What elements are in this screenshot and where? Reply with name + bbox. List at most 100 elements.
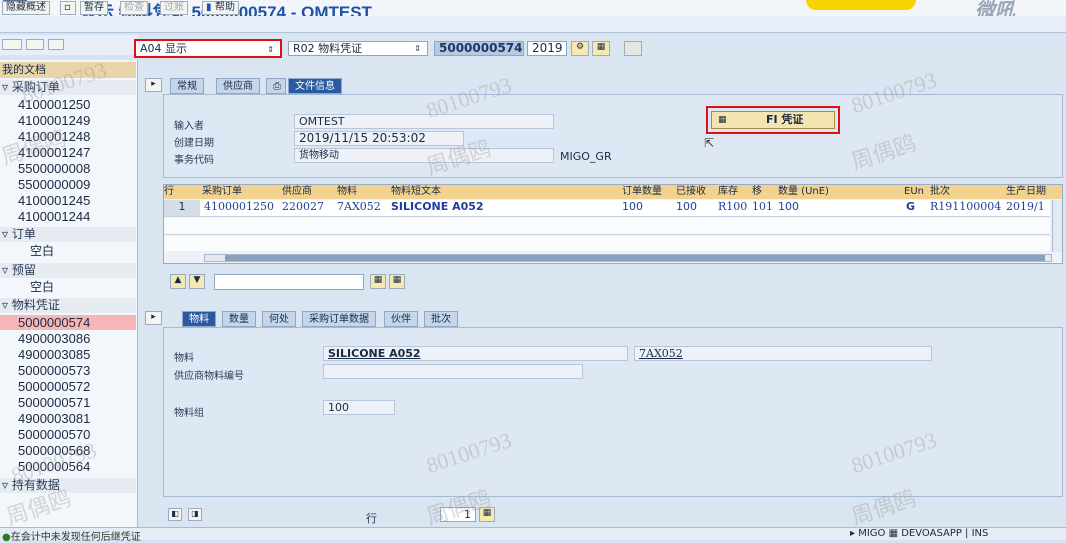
tree-category-reservations[interactable]: ▿ 预留 (0, 263, 136, 278)
tab-where[interactable]: 何处 (262, 311, 296, 327)
cell-po: 4100001250 (204, 200, 274, 213)
tree-item[interactable]: 5000000564 (0, 459, 136, 474)
scroll-thumb[interactable] (225, 255, 1045, 261)
find-next-icon[interactable]: ▦ (389, 274, 405, 289)
fi-document-button[interactable]: ▦ FI 凭证 (711, 111, 835, 129)
tree-item[interactable]: 5500000008 (0, 161, 136, 176)
tree-item[interactable]: 4900003085 (0, 347, 136, 362)
header-tabs: 常规 供应商 ⎙ 文件信息 (170, 78, 1060, 94)
search-icon[interactable]: ▦ (592, 41, 610, 56)
help-button[interactable]: ▮ 帮助 (202, 1, 239, 15)
collapse-detail-icon[interactable]: ▸ (145, 311, 162, 325)
tree-item[interactable]: 4100001244 (0, 209, 136, 224)
tree-item[interactable]: 5000000573 (0, 363, 136, 378)
dropdown-icon: ⇕ (414, 44, 421, 53)
tab-material[interactable]: 物料 (182, 311, 216, 327)
material-label: 物料 (174, 353, 194, 364)
vendor-material-field (323, 364, 583, 379)
info-icon: ● (2, 532, 11, 543)
execute-icon[interactable]: ⚙ (571, 41, 589, 56)
item-search-input[interactable] (214, 274, 364, 290)
column-header[interactable]: 数量 (UnE) (778, 185, 829, 199)
application-toolbar (0, 16, 1066, 33)
action-select[interactable]: A04 显示 ⇕ (134, 39, 282, 58)
check-button[interactable]: 检查 (120, 1, 148, 15)
hide-overview-button[interactable]: 隐藏概述 (2, 1, 50, 15)
tree-item[interactable]: 5000000572 (0, 379, 136, 394)
tree-item[interactable]: 4900003086 (0, 331, 136, 346)
tree-category-material-docs[interactable]: ▿ 物料凭证 (0, 298, 136, 313)
tree-item[interactable]: 4100001250 (0, 97, 136, 112)
tree-item[interactable]: 5000000571 (0, 395, 136, 410)
find-icon[interactable]: ▦ (370, 274, 386, 289)
tree-item[interactable]: 5000000568 (0, 443, 136, 458)
column-header[interactable]: 物料短文本 (391, 185, 441, 199)
tree-item-selected[interactable]: 5000000574 (0, 315, 136, 330)
column-header[interactable]: 行 (164, 185, 174, 199)
tree-item-empty: 空白 (30, 244, 55, 258)
row-input[interactable]: 1 (440, 507, 476, 522)
column-header[interactable]: 移 (752, 185, 762, 199)
cell-movement: 101 (752, 200, 773, 213)
fi-doc-label: FI 凭证 (766, 113, 804, 126)
select-all-icon[interactable]: ▲ (170, 274, 186, 289)
nav-prev-icon[interactable]: ◨ (188, 508, 202, 521)
reference-select[interactable]: R02 物料凭证 ⇕ (288, 41, 428, 56)
collapse-header-icon[interactable]: ▸ (145, 78, 162, 92)
cursor-icon: ⇱ (704, 136, 715, 150)
tree-category-orders[interactable]: ▿ 订单 (0, 227, 136, 242)
tree-category-held-data[interactable]: ▿ 持有数据 (0, 478, 136, 493)
document-icon[interactable]: ▫ (60, 1, 76, 15)
dropdown-icon: ⇕ (267, 45, 274, 54)
nav-first-icon[interactable]: ◧ (168, 508, 182, 521)
tree-item[interactable]: 5500000009 (0, 177, 136, 192)
tree-item[interactable]: 4100001245 (0, 193, 136, 208)
table-row[interactable]: 1 4100001250 220027 7AX052 SILICONE A052… (164, 200, 1050, 217)
column-header[interactable]: 生产日期 (1006, 185, 1046, 199)
vertical-scrollbar[interactable] (1052, 200, 1062, 252)
hold-button[interactable]: 暂存 (80, 1, 108, 15)
transaction-code: MIGO_GR (560, 150, 612, 163)
tab-doc-info[interactable]: 文件信息 (288, 78, 342, 94)
tree-item[interactable]: 4900003081 (0, 411, 136, 426)
tree-item[interactable]: 4100001249 (0, 113, 136, 128)
created-field: 2019/11/15 20:53:02 (294, 131, 464, 146)
tree-expand-icon[interactable] (2, 39, 22, 50)
tab-print-icon[interactable]: ⎙ (266, 78, 286, 94)
column-header[interactable]: 批次 (930, 185, 950, 199)
tree-filter-icon[interactable] (26, 39, 44, 50)
cell-quantity: 100 (778, 200, 799, 213)
tree-item[interactable]: 4100001248 (0, 129, 136, 144)
detail-tabs: 物料 数量 何处 采购订单数据 伙伴 批次 (182, 311, 482, 327)
tab-vendor[interactable]: 供应商 (216, 78, 260, 94)
tab-quantity[interactable]: 数量 (222, 311, 256, 327)
tree-item-empty: 空白 (30, 280, 55, 294)
help-label: 帮助 (214, 2, 235, 13)
post-button[interactable]: 过账 (160, 1, 188, 15)
tab-partner[interactable]: 伙伴 (384, 311, 418, 327)
tab-general[interactable]: 常规 (170, 78, 204, 94)
tree-settings-icon[interactable] (48, 39, 64, 50)
column-header[interactable]: 供应商 (282, 185, 312, 199)
tab-batch[interactable]: 批次 (424, 311, 458, 327)
year-field[interactable]: 2019 (527, 41, 567, 56)
document-number-field[interactable]: 5000000574 (434, 41, 524, 56)
transaction-label: 事务代码 (174, 155, 214, 166)
column-header[interactable]: 订单数量 (622, 185, 662, 199)
help-icon: ▮ (206, 2, 215, 13)
column-header[interactable]: 采购订单 (202, 185, 242, 199)
column-header[interactable]: EUn (904, 185, 924, 199)
cell-storage: R100 (718, 200, 748, 213)
tree-category-purchase-orders[interactable]: ▿ 采购订单 (0, 80, 136, 95)
column-header[interactable]: 已接收 (676, 185, 706, 199)
column-header[interactable]: 物料 (337, 185, 357, 199)
tree-item[interactable]: 5000000570 (0, 427, 136, 442)
column-header[interactable]: 库存 (718, 185, 738, 199)
goto-row-icon[interactable]: ▦ (479, 507, 495, 522)
clear-icon[interactable] (624, 41, 642, 56)
deselect-icon[interactable]: ▼ (189, 274, 205, 289)
cell-vendor: 220027 (282, 200, 324, 213)
tree-item[interactable]: 4100001247 (0, 145, 136, 160)
tab-po-data[interactable]: 采购订单数据 (302, 311, 376, 327)
entered-by-label: 输入者 (174, 121, 204, 132)
